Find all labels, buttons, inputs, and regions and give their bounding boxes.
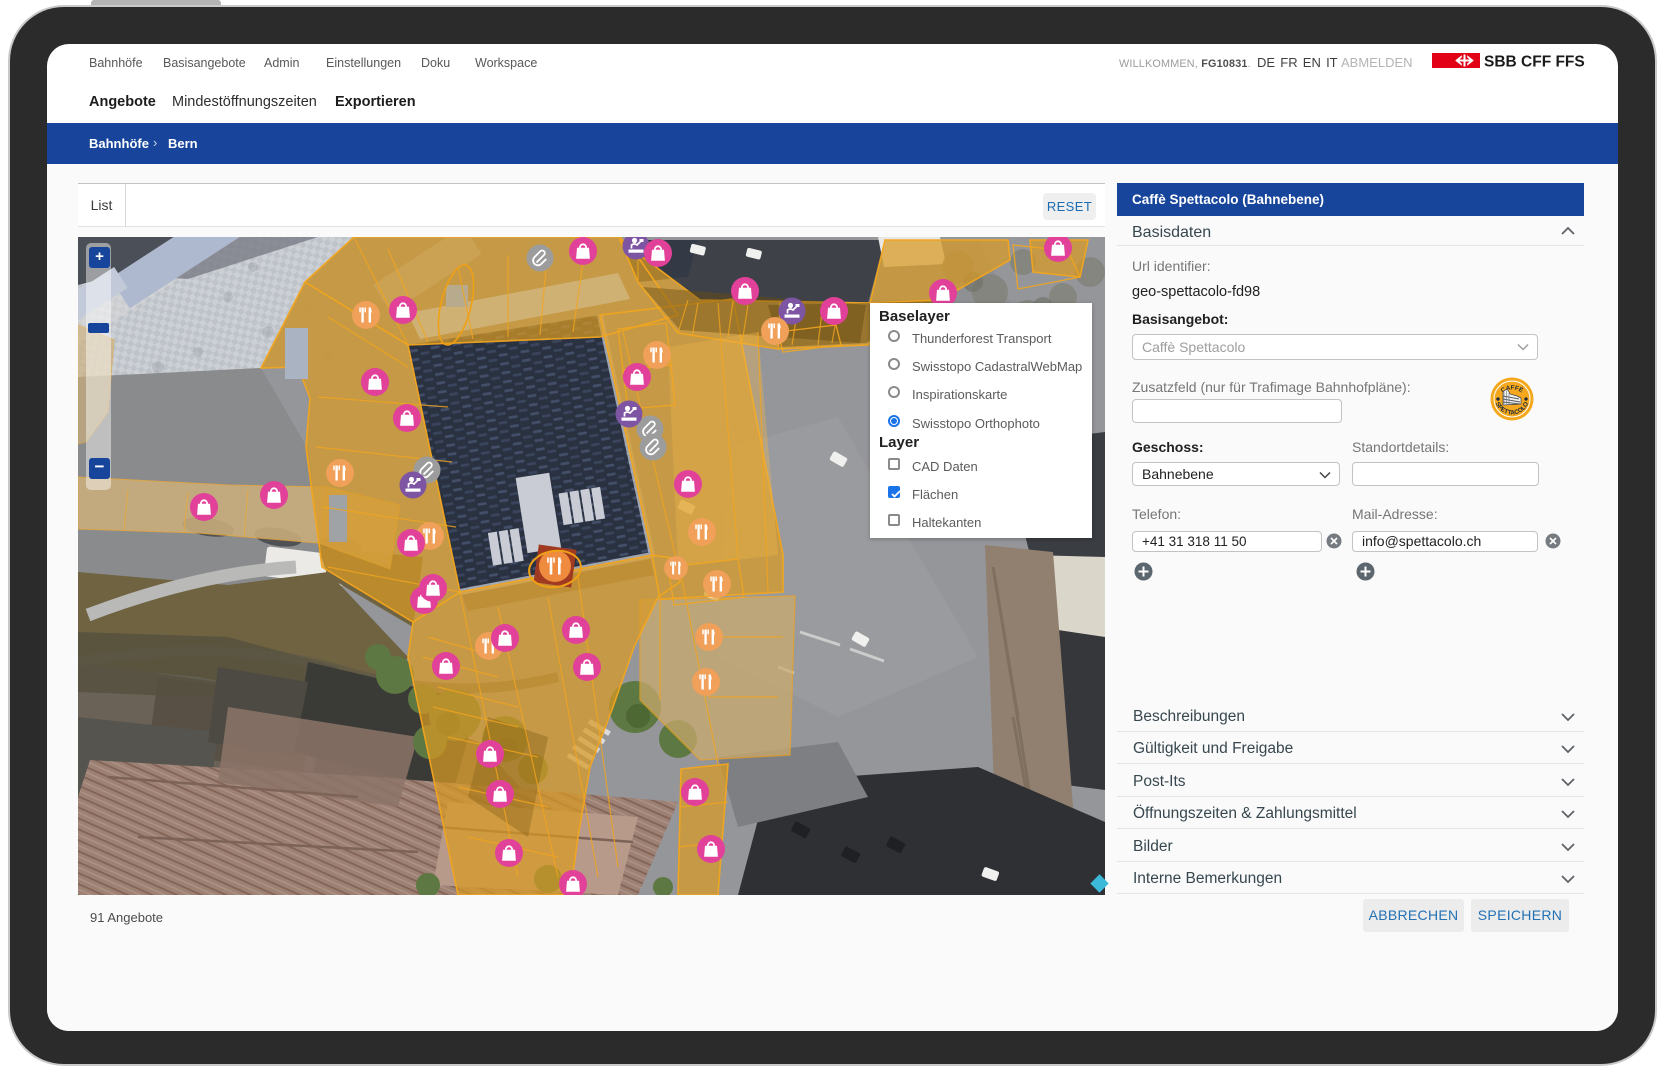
svg-text:SBB CFF FFS: SBB CFF FFS	[1484, 54, 1585, 70]
